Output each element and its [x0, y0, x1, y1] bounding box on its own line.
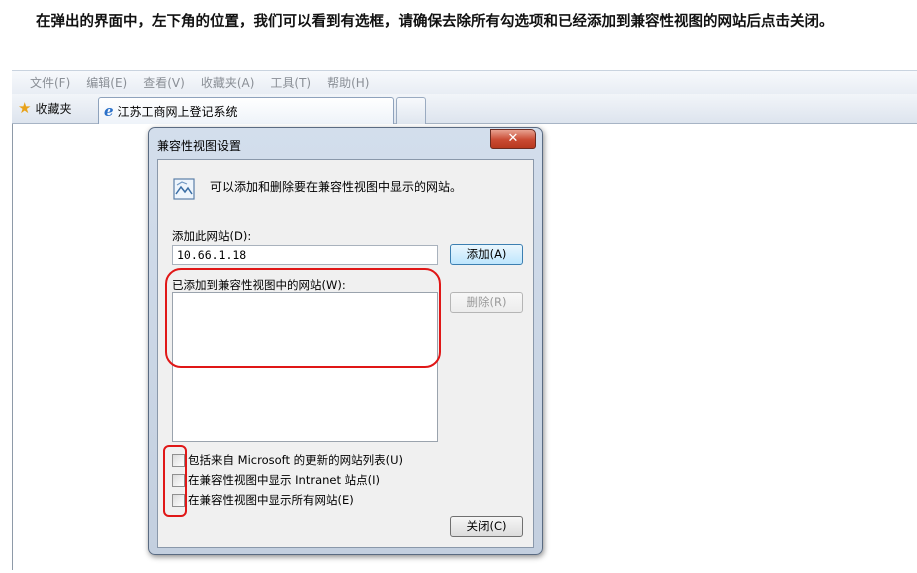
annotation-sites-highlight [165, 268, 441, 368]
instruction-text: 在弹出的界面中，左下角的位置，我们可以看到有选框，请确保去除所有勾选项和已经添加… [36, 13, 834, 30]
annotation-checkbox-highlight [163, 445, 187, 517]
close-button[interactable]: 关闭(C) [450, 516, 523, 537]
add-button[interactable]: 添加(A) [450, 244, 523, 265]
browser-tab[interactable]: e 江苏工商网上登记系统 [98, 97, 394, 124]
image-icon [173, 178, 195, 200]
favorites-bar: ★ 收藏夹 e 江苏工商网上登记系统 [12, 94, 917, 124]
dialog-description: 可以添加和删除要在兼容性视图中显示的网站。 [210, 180, 463, 194]
checkbox-row-microsoft-list[interactable]: 包括来自 Microsoft 的更新的网站列表(U) [172, 452, 403, 468]
ie-icon: e [104, 102, 114, 120]
new-tab-button[interactable] [396, 97, 426, 124]
dialog-title: 兼容性视图设置 [157, 139, 242, 153]
menu-tools[interactable]: 工具(T) [270, 74, 311, 91]
star-icon: ★ [18, 99, 32, 117]
checkbox-label: 包括来自 Microsoft 的更新的网站列表(U) [188, 453, 404, 467]
add-site-label: 添加此网站(D): [172, 229, 252, 243]
tab-title: 江苏工商网上登记系统 [117, 104, 238, 119]
menu-file[interactable]: 文件(F) [30, 74, 70, 91]
add-site-input[interactable]: 10.66.1.18 [172, 245, 438, 265]
remove-button[interactable]: 删除(R) [450, 292, 523, 313]
menu-help[interactable]: 帮助(H) [327, 74, 369, 91]
favorites-label: 收藏夹 [35, 102, 72, 116]
checkbox-label: 在兼容性视图中显示 Intranet 站点(I) [188, 473, 381, 487]
menu-favorites[interactable]: 收藏夹(A) [201, 74, 255, 91]
checkbox-row-all-sites[interactable]: 在兼容性视图中显示所有网站(E) [172, 492, 354, 508]
menu-edit[interactable]: 编辑(E) [86, 74, 127, 91]
checkbox-row-intranet[interactable]: 在兼容性视图中显示 Intranet 站点(I) [172, 472, 380, 488]
favorites-button[interactable]: ★ 收藏夹 [18, 100, 71, 117]
checkbox-label: 在兼容性视图中显示所有网站(E) [188, 493, 354, 507]
dialog-close-x-button[interactable]: ✕ [490, 129, 536, 149]
menu-bar: 文件(F) 编辑(E) 查看(V) 收藏夹(A) 工具(T) 帮助(H) [12, 70, 917, 94]
menu-view[interactable]: 查看(V) [143, 74, 185, 91]
